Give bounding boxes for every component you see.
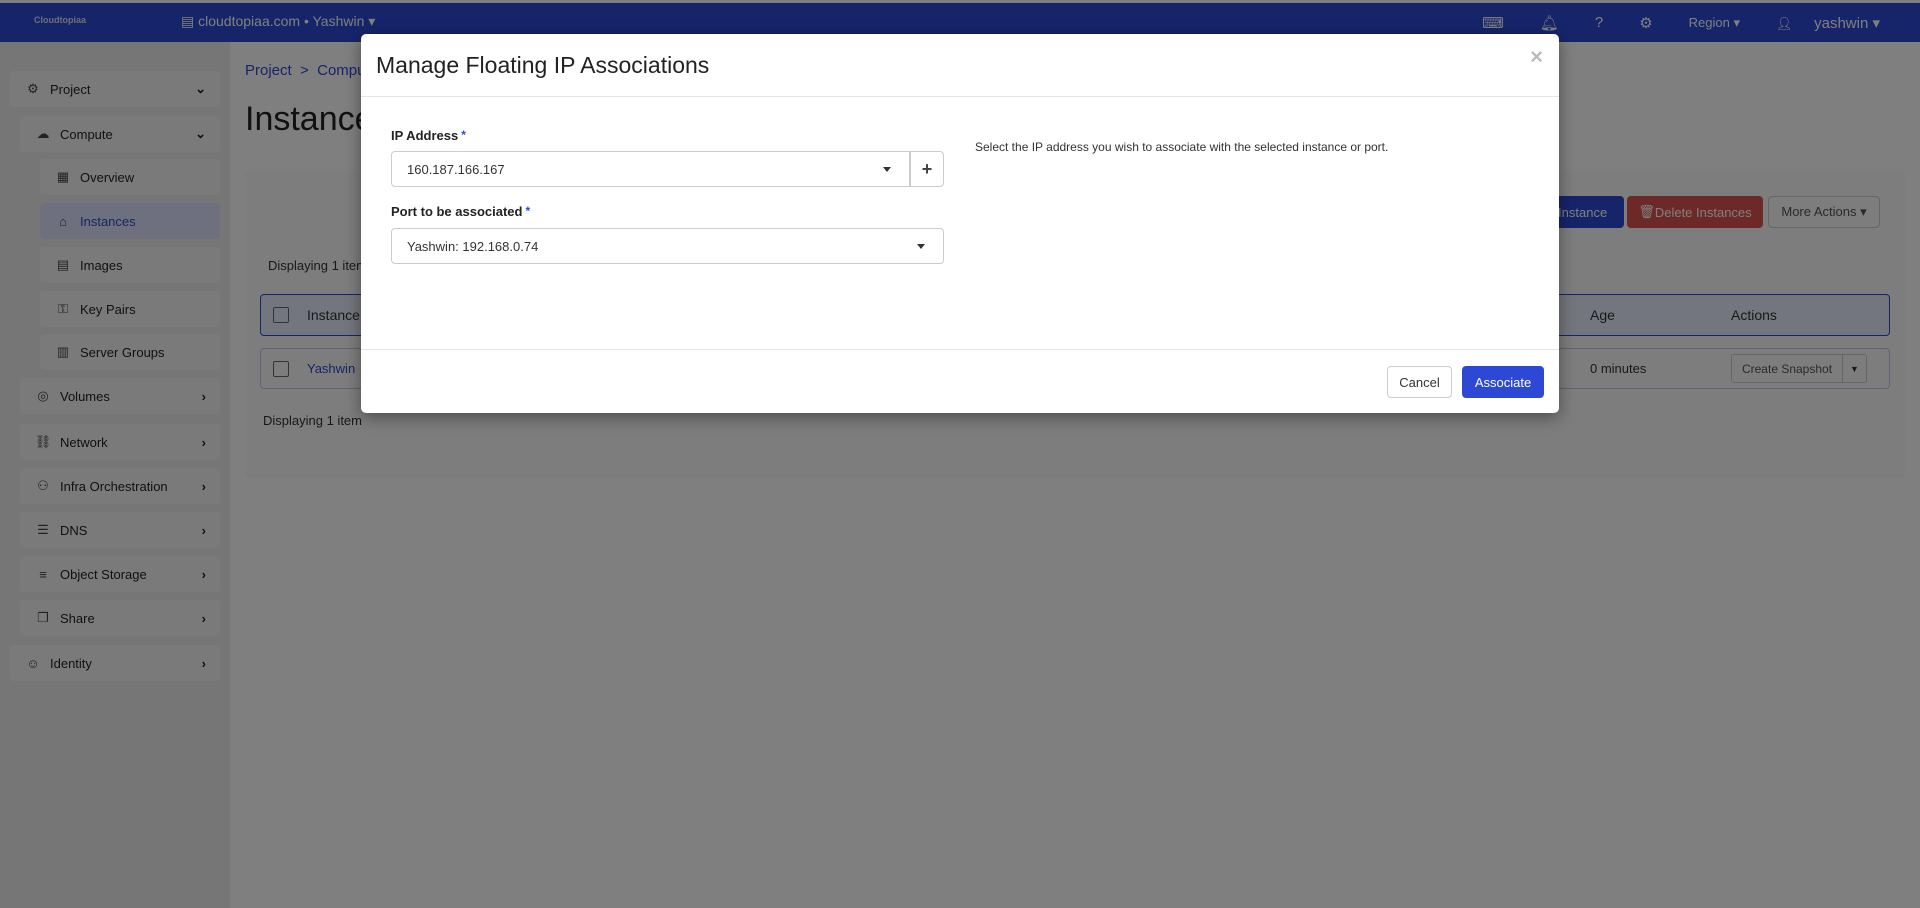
ip-address-label: IP Address * xyxy=(391,128,466,143)
required-marker: * xyxy=(461,128,466,142)
associate-button[interactable]: Associate xyxy=(1462,366,1544,398)
help-text: Select the IP address you wish to associ… xyxy=(975,140,1389,154)
required-marker: * xyxy=(525,204,531,218)
floating-ip-modal: Manage Floating IP Associations × IP Add… xyxy=(361,34,1559,413)
allocate-ip-plus-button[interactable]: + xyxy=(910,151,944,187)
caret-down-icon xyxy=(917,244,925,249)
modal-footer: Cancel Associate xyxy=(361,349,1559,398)
port-label: Port to be associated * xyxy=(391,204,531,219)
ip-address-select[interactable]: 160.187.166.167 xyxy=(391,151,910,187)
port-select[interactable]: Yashwin: 192.168.0.74 xyxy=(391,228,944,264)
caret-down-icon xyxy=(883,167,891,172)
modal-title: Manage Floating IP Associations xyxy=(376,52,710,78)
cancel-button[interactable]: Cancel xyxy=(1387,366,1452,398)
close-icon[interactable]: × xyxy=(1530,44,1543,70)
